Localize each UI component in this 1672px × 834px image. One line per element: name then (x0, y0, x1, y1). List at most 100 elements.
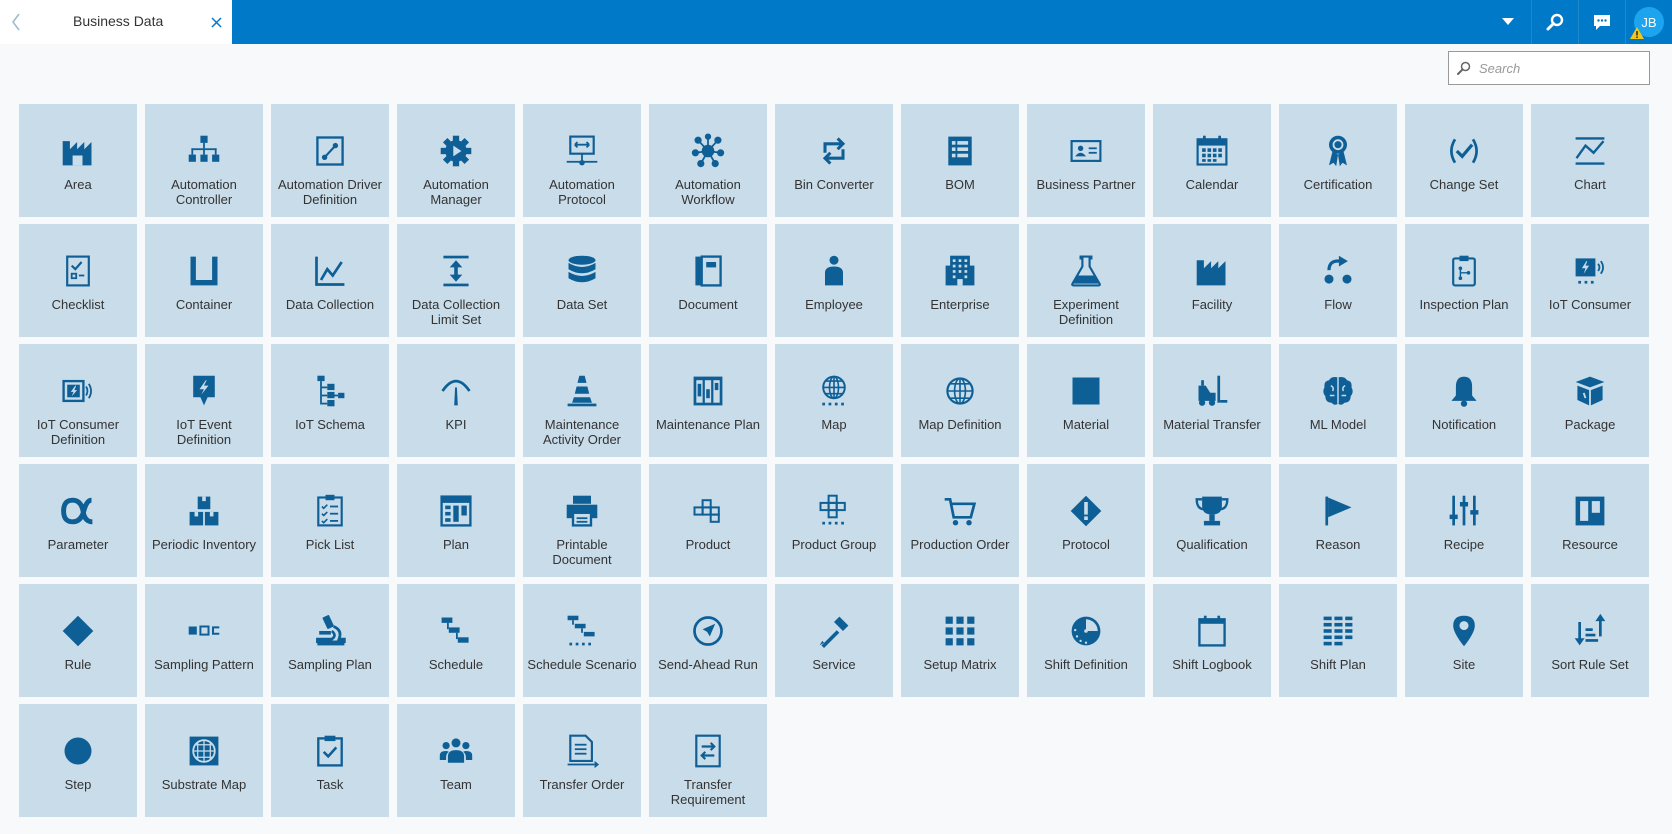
tile-label: Parameter (47, 537, 109, 552)
tile-service[interactable]: Service (775, 584, 893, 697)
tile-team[interactable]: Team (397, 704, 515, 817)
tab-title[interactable]: Business Data (73, 13, 163, 29)
tile-label: Notification (1431, 417, 1497, 432)
tile-iot-schema[interactable]: IoT Schema (271, 344, 389, 457)
tile-resource[interactable]: Resource (1531, 464, 1649, 577)
tile-map[interactable]: Map (775, 344, 893, 457)
tile-plan[interactable]: Plan (397, 464, 515, 577)
tile-data-collection-limit-set[interactable]: Data Collection Limit Set (397, 224, 515, 337)
tile-iot-event-definition[interactable]: IoT Event Definition (145, 344, 263, 457)
tile-site[interactable]: Site (1405, 584, 1523, 697)
tile-flow[interactable]: Flow (1279, 224, 1397, 337)
tile-sampling-pattern[interactable]: Sampling Pattern (145, 584, 263, 697)
tile-material[interactable]: Material (1027, 344, 1145, 457)
tile-chart[interactable]: Chart (1531, 104, 1649, 217)
tile-label: Area (64, 177, 92, 192)
tile-automation-protocol[interactable]: Automation Protocol (523, 104, 641, 217)
tile-transfer-requirement[interactable]: Transfer Requirement (649, 704, 767, 817)
tile-maintenance-activity-order[interactable]: Maintenance Activity Order (523, 344, 641, 457)
clipboard-flow-icon (1444, 251, 1484, 291)
tile-calendar[interactable]: Calendar (1153, 104, 1271, 217)
clock-pie-icon (1066, 611, 1106, 651)
tile-shift-definition[interactable]: Shift Definition (1027, 584, 1145, 697)
tile-sort-rule-set[interactable]: Sort Rule Set (1531, 584, 1649, 697)
tile-transfer-order[interactable]: Transfer Order (523, 704, 641, 817)
tile-setup-matrix[interactable]: Setup Matrix (901, 584, 1019, 697)
tile-protocol[interactable]: Protocol (1027, 464, 1145, 577)
tile-parameter[interactable]: Parameter (19, 464, 137, 577)
tile-printable-document[interactable]: Printable Document (523, 464, 641, 577)
search-input[interactable] (1477, 59, 1641, 77)
printer-icon (562, 491, 602, 531)
search-button[interactable] (1531, 0, 1578, 44)
tile-inspection-plan[interactable]: Inspection Plan (1405, 224, 1523, 337)
tile-package[interactable]: Package (1531, 344, 1649, 457)
tile-step[interactable]: Step (19, 704, 137, 817)
award-icon (1318, 131, 1358, 171)
user-menu[interactable]: JB (1625, 0, 1672, 44)
tile-sampling-plan[interactable]: Sampling Plan (271, 584, 389, 697)
tile-material-transfer[interactable]: Material Transfer (1153, 344, 1271, 457)
tile-data-set[interactable]: Data Set (523, 224, 641, 337)
tile-bin-converter[interactable]: Bin Converter (775, 104, 893, 217)
tile-rule[interactable]: Rule (19, 584, 137, 697)
document-icon (688, 251, 728, 291)
flag-icon (1318, 491, 1358, 531)
tile-kpi[interactable]: KPI (397, 344, 515, 457)
dropdown-button[interactable] (1485, 0, 1531, 44)
tile-send-ahead-run[interactable]: Send-Ahead Run (649, 584, 767, 697)
tile-notification[interactable]: Notification (1405, 344, 1523, 457)
tile-facility[interactable]: Facility (1153, 224, 1271, 337)
tile-schedule[interactable]: Schedule (397, 584, 515, 697)
team-icon (436, 731, 476, 771)
tile-certification[interactable]: Certification (1279, 104, 1397, 217)
tile-label: Protocol (1062, 537, 1110, 552)
tile-ml-model[interactable]: ML Model (1279, 344, 1397, 457)
tile-iot-consumer-definition[interactable]: IoT Consumer Definition (19, 344, 137, 457)
tile-production-order[interactable]: Production Order (901, 464, 1019, 577)
tile-iot-consumer[interactable]: IoT Consumer (1531, 224, 1649, 337)
tile-experiment-definition[interactable]: Experiment Definition (1027, 224, 1145, 337)
alpha-icon (58, 491, 98, 531)
cart-icon (940, 491, 980, 531)
search-box[interactable] (1448, 51, 1650, 85)
tile-label: Pick List (305, 537, 355, 552)
calendar-icon (1192, 131, 1232, 171)
tile-shift-logbook[interactable]: Shift Logbook (1153, 584, 1271, 697)
tile-label: Calendar (1185, 177, 1239, 192)
tile-employee[interactable]: Employee (775, 224, 893, 337)
tile-container[interactable]: Container (145, 224, 263, 337)
tile-product[interactable]: Product (649, 464, 767, 577)
refresh-arrows-icon (814, 131, 854, 171)
tile-map-definition[interactable]: Map Definition (901, 344, 1019, 457)
messages-button[interactable] (1578, 0, 1625, 44)
tab-close-button[interactable] (206, 12, 226, 32)
back-button[interactable] (6, 8, 26, 36)
tile-pick-list[interactable]: Pick List (271, 464, 389, 577)
tile-recipe[interactable]: Recipe (1405, 464, 1523, 577)
tile-maintenance-plan[interactable]: Maintenance Plan (649, 344, 767, 457)
tile-schedule-scenario[interactable]: Schedule Scenario (523, 584, 641, 697)
tile-qualification[interactable]: Qualification (1153, 464, 1271, 577)
tile-checklist[interactable]: Checklist (19, 224, 137, 337)
tile-task[interactable]: Task (271, 704, 389, 817)
tile-reason[interactable]: Reason (1279, 464, 1397, 577)
checklist-icon (58, 251, 98, 291)
tile-enterprise[interactable]: Enterprise (901, 224, 1019, 337)
tile-document[interactable]: Document (649, 224, 767, 337)
tile-automation-controller[interactable]: Automation Controller (145, 104, 263, 217)
tile-bom[interactable]: BOM (901, 104, 1019, 217)
tile-periodic-inventory[interactable]: Periodic Inventory (145, 464, 263, 577)
tile-product-group[interactable]: Product Group (775, 464, 893, 577)
tile-data-collection[interactable]: Data Collection (271, 224, 389, 337)
tile-label: Inspection Plan (1419, 297, 1509, 312)
tile-substrate-map[interactable]: Substrate Map (145, 704, 263, 817)
tile-area[interactable]: Area (19, 104, 137, 217)
tile-change-set[interactable]: Change Set (1405, 104, 1523, 217)
tile-label: Plan (442, 537, 470, 552)
tile-business-partner[interactable]: Business Partner (1027, 104, 1145, 217)
tile-shift-plan[interactable]: Shift Plan (1279, 584, 1397, 697)
tile-automation-manager[interactable]: Automation Manager (397, 104, 515, 217)
tile-automation-driver-definition[interactable]: Automation Driver Definition (271, 104, 389, 217)
tile-automation-workflow[interactable]: Automation Workflow (649, 104, 767, 217)
